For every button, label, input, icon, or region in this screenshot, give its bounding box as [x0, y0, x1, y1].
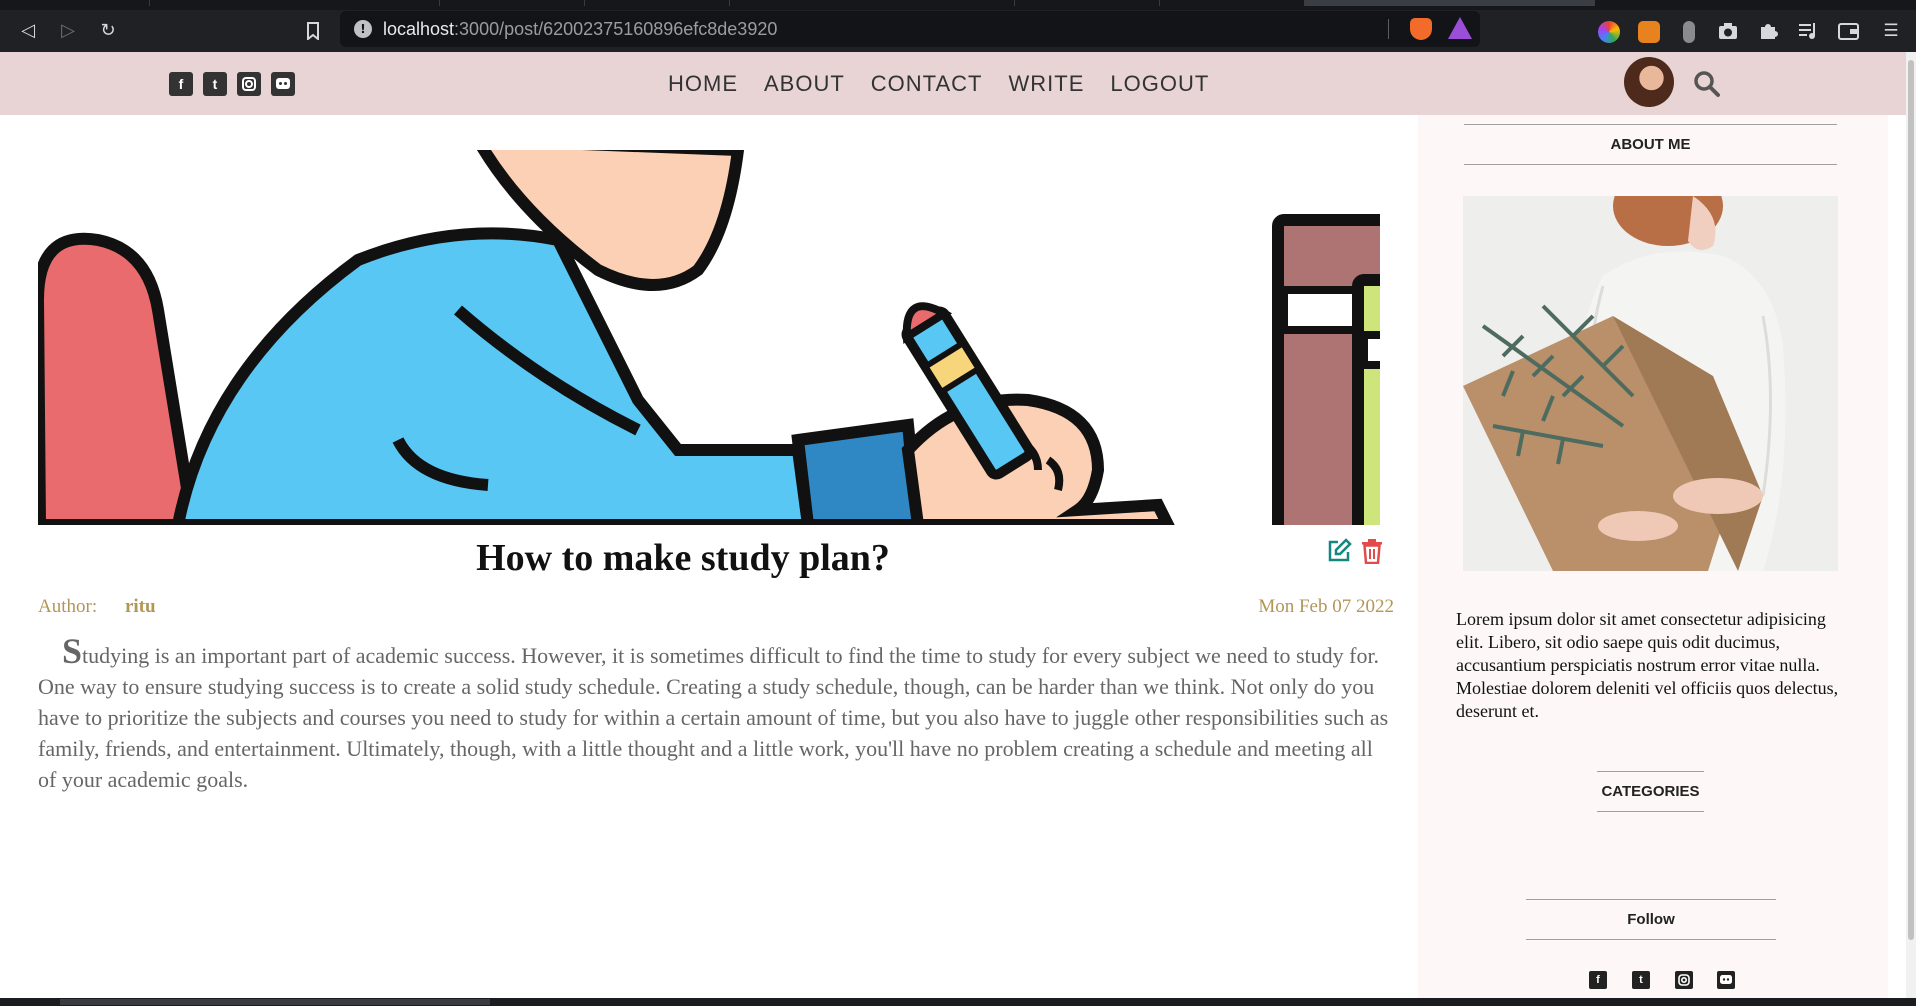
instagram-icon[interactable] — [237, 72, 261, 96]
main-menu: HOME ABOUT CONTACT WRITE LOGOUT — [668, 66, 1209, 102]
follow-title: Follow — [1526, 899, 1776, 940]
post-cover-image — [38, 150, 1380, 525]
search-icon[interactable] — [1692, 69, 1722, 99]
categories-title: CATEGORIES — [1597, 771, 1704, 812]
post-title: How to make study plan? — [476, 537, 890, 579]
site-header: f t HOME ABOUT CONTACT WRITE LOGOUT — [0, 52, 1906, 115]
trash-icon[interactable] — [1360, 538, 1384, 564]
about-me-title: ABOUT ME — [1464, 124, 1837, 165]
user-avatar[interactable] — [1624, 57, 1674, 107]
wallet-icon[interactable] — [1836, 18, 1862, 44]
discord-icon[interactable] — [1717, 971, 1735, 989]
browser-tab[interactable] — [730, 0, 1015, 6]
twitter-icon[interactable]: t — [1632, 971, 1650, 989]
facebook-icon[interactable]: f — [169, 72, 193, 96]
extensions-puzzle-icon[interactable] — [1755, 18, 1781, 44]
url-divider — [1388, 19, 1389, 39]
about-me-text: Lorem ipsum dolor sit amet consectetur a… — [1456, 609, 1839, 721]
post-meta: Author: ritu Mon Feb 07 2022 — [38, 592, 1394, 622]
post-date: Mon Feb 07 2022 — [1258, 596, 1394, 617]
browser-menu-icon[interactable]: ☰ — [1878, 18, 1904, 44]
twitter-icon[interactable]: t — [203, 72, 227, 96]
playlist-icon[interactable] — [1795, 18, 1821, 44]
brave-shields-icon[interactable] — [1410, 18, 1432, 40]
browser-tab[interactable] — [1160, 0, 1305, 6]
post-body: Studying is an important part of academi… — [38, 631, 1389, 792]
browser-tab[interactable] — [1015, 0, 1160, 6]
extension-icon[interactable] — [1683, 21, 1695, 43]
url-text[interactable]: localhost:3000/post/62002375160896efc8de… — [383, 19, 777, 40]
edit-icon[interactable] — [1326, 538, 1352, 564]
menu-item-logout[interactable]: LOGOUT — [1110, 66, 1209, 102]
reload-icon[interactable]: ↻ — [95, 18, 121, 44]
browser-tab[interactable] — [0, 0, 150, 6]
brave-rewards-icon[interactable] — [1448, 17, 1472, 39]
author-label: Author: — [38, 596, 98, 617]
menu-item-contact[interactable]: CONTACT — [871, 66, 983, 102]
browser-chrome: ◁ ▷ ↻ ! localhost:3000/post/620023751608… — [0, 0, 1916, 52]
browser-tab[interactable] — [440, 0, 585, 6]
vertical-scrollbar-thumb[interactable] — [1908, 60, 1914, 940]
address-bar[interactable]: ! localhost:3000/post/62002375160896efc8… — [340, 11, 1480, 47]
back-arrow-icon[interactable]: ◁ — [15, 18, 41, 44]
bookmark-icon[interactable] — [300, 18, 326, 44]
about-me-photo — [1463, 196, 1838, 571]
menu-item-home[interactable]: HOME — [668, 66, 738, 102]
color-extension-icon[interactable] — [1598, 21, 1620, 43]
camera-icon[interactable] — [1715, 18, 1741, 44]
author-link[interactable]: ritu — [125, 596, 156, 618]
browser-tab-active[interactable] — [1305, 0, 1595, 6]
horizontal-scrollbar-thumb[interactable] — [60, 999, 490, 1005]
menu-item-write[interactable]: WRITE — [1009, 66, 1085, 102]
browser-toolbar: ◁ ▷ ↻ ! localhost:3000/post/620023751608… — [0, 10, 1916, 52]
metamask-fox-icon[interactable] — [1638, 21, 1660, 43]
facebook-icon[interactable]: f — [1589, 971, 1607, 989]
browser-tab[interactable] — [150, 0, 440, 6]
tab-strip — [0, 0, 1916, 10]
menu-item-about[interactable]: ABOUT — [764, 66, 845, 102]
instagram-icon[interactable] — [1675, 971, 1693, 989]
browser-tab[interactable] — [585, 0, 730, 6]
discord-icon[interactable] — [271, 72, 295, 96]
site-info-icon[interactable]: ! — [354, 20, 372, 38]
forward-arrow-icon[interactable]: ▷ — [55, 18, 81, 44]
